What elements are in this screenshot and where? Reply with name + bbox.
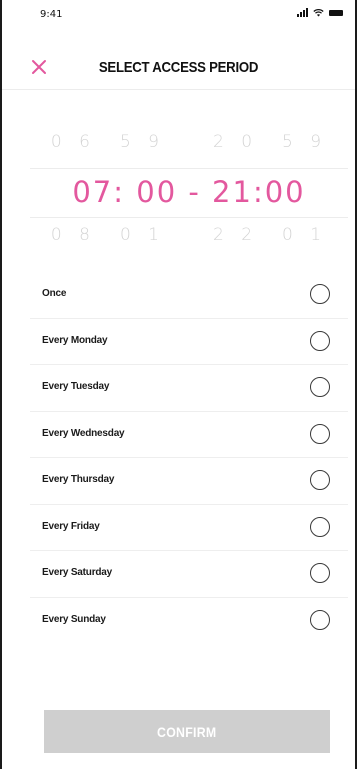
battery-icon bbox=[329, 10, 343, 16]
option-label: Every Thursday bbox=[42, 474, 115, 485]
option-every-friday[interactable]: Every Friday bbox=[30, 505, 348, 551]
wifi-icon bbox=[313, 9, 324, 17]
page-title: SELECT ACCESS PERIOD bbox=[98, 59, 259, 76]
option-label: Every Friday bbox=[42, 520, 100, 532]
prev-end-minute: 5 9 bbox=[282, 132, 328, 152]
radio-unchecked-icon[interactable] bbox=[310, 330, 330, 351]
status-icons bbox=[297, 8, 343, 17]
picker-row-next[interactable]: 0 8 0 1 2 2 0 1 bbox=[30, 225, 348, 245]
option-label: Every Monday bbox=[42, 334, 108, 346]
prev-end-hour: 2 0 bbox=[213, 132, 259, 152]
picker-row-selected[interactable]: 07: 00 - 21:00 bbox=[30, 168, 348, 218]
option-every-wednesday[interactable]: Every Wednesday bbox=[30, 412, 348, 458]
option-label: Every Sunday bbox=[42, 613, 106, 625]
option-label: Every Tuesday bbox=[42, 381, 110, 392]
option-every-tuesday[interactable]: Every Tuesday bbox=[30, 365, 348, 412]
confirm-button[interactable]: CONFIRM bbox=[44, 710, 330, 753]
picker-row-previous[interactable]: 0 6 5 9 2 0 5 9 bbox=[30, 132, 348, 152]
phone-frame: 9:41 SELECT ACCESS PERIOD 0 6 5 9 2 0 5 9 0… bbox=[0, 0, 357, 769]
next-end-hour: 2 2 bbox=[213, 225, 259, 245]
radio-unchecked-icon[interactable] bbox=[310, 470, 330, 490]
time-range-picker[interactable]: 0 6 5 9 2 0 5 9 07: 00 - 21:00 0 8 0 1 2 2 0 1 bbox=[30, 128, 348, 253]
option-label: Once bbox=[42, 288, 67, 299]
option-once[interactable]: Once bbox=[30, 272, 348, 319]
radio-unchecked-icon[interactable] bbox=[310, 609, 330, 630]
radio-unchecked-icon[interactable] bbox=[310, 377, 330, 397]
next-start-hour: 0 8 bbox=[50, 225, 96, 245]
prev-start-minute: 5 9 bbox=[119, 132, 165, 152]
status-bar: 9:41 bbox=[2, 0, 355, 28]
option-every-thursday[interactable]: Every Thursday bbox=[30, 458, 348, 505]
prev-start-hour: 0 6 bbox=[50, 132, 96, 152]
radio-unchecked-icon[interactable] bbox=[310, 284, 330, 304]
confirm-button-label: CONFIRM bbox=[157, 723, 217, 740]
repeat-options-list: Once Every Monday Every Tuesday Every We… bbox=[30, 272, 348, 644]
header: SELECT ACCESS PERIOD bbox=[2, 50, 355, 90]
option-label: Every Wednesday bbox=[42, 427, 125, 439]
next-start-minute: 0 1 bbox=[119, 225, 165, 245]
status-time: 9:41 bbox=[40, 9, 63, 20]
signal-icon bbox=[297, 8, 308, 17]
option-every-sunday[interactable]: Every Sunday bbox=[30, 598, 348, 645]
option-every-saturday[interactable]: Every Saturday bbox=[30, 551, 348, 598]
radio-unchecked-icon[interactable] bbox=[310, 423, 330, 444]
next-end-minute: 0 1 bbox=[282, 225, 328, 245]
option-label: Every Saturday bbox=[42, 567, 113, 578]
radio-unchecked-icon[interactable] bbox=[310, 563, 330, 583]
radio-unchecked-icon[interactable] bbox=[310, 516, 330, 537]
option-every-monday[interactable]: Every Monday bbox=[30, 319, 348, 365]
